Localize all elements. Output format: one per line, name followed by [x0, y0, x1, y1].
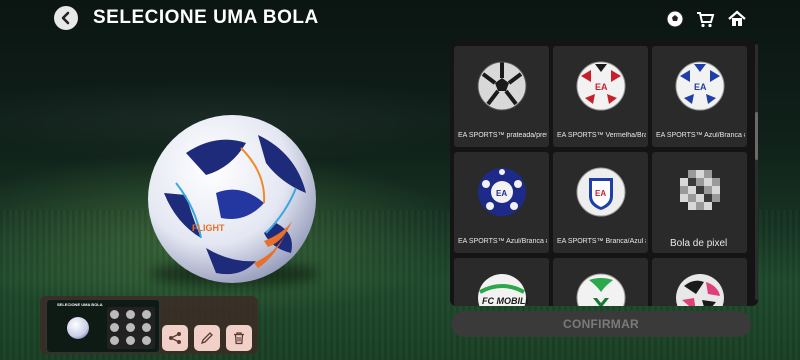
ball-thumbnail [680, 170, 720, 210]
preview-ball [67, 317, 89, 339]
preview-title: SELECIONE UMA BOLA [57, 302, 103, 307]
preview-grid [107, 307, 155, 349]
scrollbar-thumb[interactable] [755, 112, 758, 160]
ball-grid: EA SPORTS™ prateada/preta EA EA SPORTS™ … [454, 46, 750, 306]
chevron-left-icon [61, 11, 70, 25]
svg-text:EA: EA [595, 82, 608, 92]
svg-text:EA: EA [496, 189, 507, 198]
ball-card[interactable]: Bola de pixel [652, 152, 747, 253]
ball-card[interactable]: EA EA SPORTS™ Azul/Branca #3 [454, 152, 549, 253]
screenshot-preview[interactable]: SELECIONE UMA BOLA [46, 299, 160, 353]
ball-card[interactable] [652, 258, 747, 306]
ball-thumbnail [676, 274, 724, 306]
ball-label: EA SPORTS™ Branca/Azul #1 [557, 238, 646, 245]
edit-icon [200, 332, 213, 345]
ball-grid-panel[interactable]: EA SPORTS™ prateada/preta EA EA SPORTS™ … [450, 40, 758, 306]
delete-button[interactable] [226, 325, 252, 351]
stage: SELECIONE UMA BOLA FLIGHT EA SPORTS™ pra… [0, 0, 800, 360]
ball-label: EA SPORTS™ Azul/Branca #3 [458, 238, 547, 245]
cart-icon[interactable] [694, 8, 716, 30]
ball-thumbnail [477, 61, 527, 111]
scrollbar-track[interactable] [755, 44, 758, 300]
ball-icon[interactable] [664, 8, 686, 30]
ball-card[interactable]: EA SPORTS™ prateada/preta [454, 46, 549, 147]
back-button[interactable] [54, 6, 78, 30]
page-title: SELECIONE UMA BOLA [93, 7, 319, 28]
home-icon[interactable] [726, 8, 748, 30]
featured-ball: FLIGHT [146, 113, 318, 285]
ball-thumbnail [576, 273, 626, 306]
trash-icon [234, 332, 244, 345]
ball-card[interactable]: EA EA SPORTS™ Azul/Branca #2 [652, 46, 747, 147]
ball-card[interactable]: EA EA SPORTS™ Branca/Azul #1 [553, 152, 648, 253]
edit-button[interactable] [194, 325, 220, 351]
svg-text:EA: EA [694, 82, 707, 92]
ball-label: EA SPORTS™ Vermelha/Branca #2 [557, 132, 646, 139]
ball-thumbnail: EA [478, 168, 526, 216]
svg-text:EA: EA [595, 189, 606, 198]
ball-label: Bola de pixel [670, 238, 728, 249]
confirm-button[interactable]: CONFIRMAR [451, 311, 751, 337]
ball-thumbnail: FC MOBILE [478, 274, 528, 306]
ball-label: EA SPORTS™ Azul/Branca #2 [656, 132, 745, 139]
ball-thumbnail: EA [576, 167, 626, 217]
ball-thumbnail: EA [675, 61, 725, 111]
share-button[interactable] [162, 325, 188, 351]
svg-text:FC MOBILE: FC MOBILE [482, 296, 528, 306]
ball-card[interactable] [553, 258, 648, 306]
ball-card[interactable]: FC MOBILE [454, 258, 549, 306]
share-icon [169, 332, 181, 344]
ball-label: EA SPORTS™ prateada/preta [458, 132, 547, 139]
ball-card[interactable]: EA EA SPORTS™ Vermelha/Branca #2 [553, 46, 648, 147]
ball-thumbnail: EA [576, 61, 626, 111]
svg-text:FLIGHT: FLIGHT [192, 223, 225, 233]
